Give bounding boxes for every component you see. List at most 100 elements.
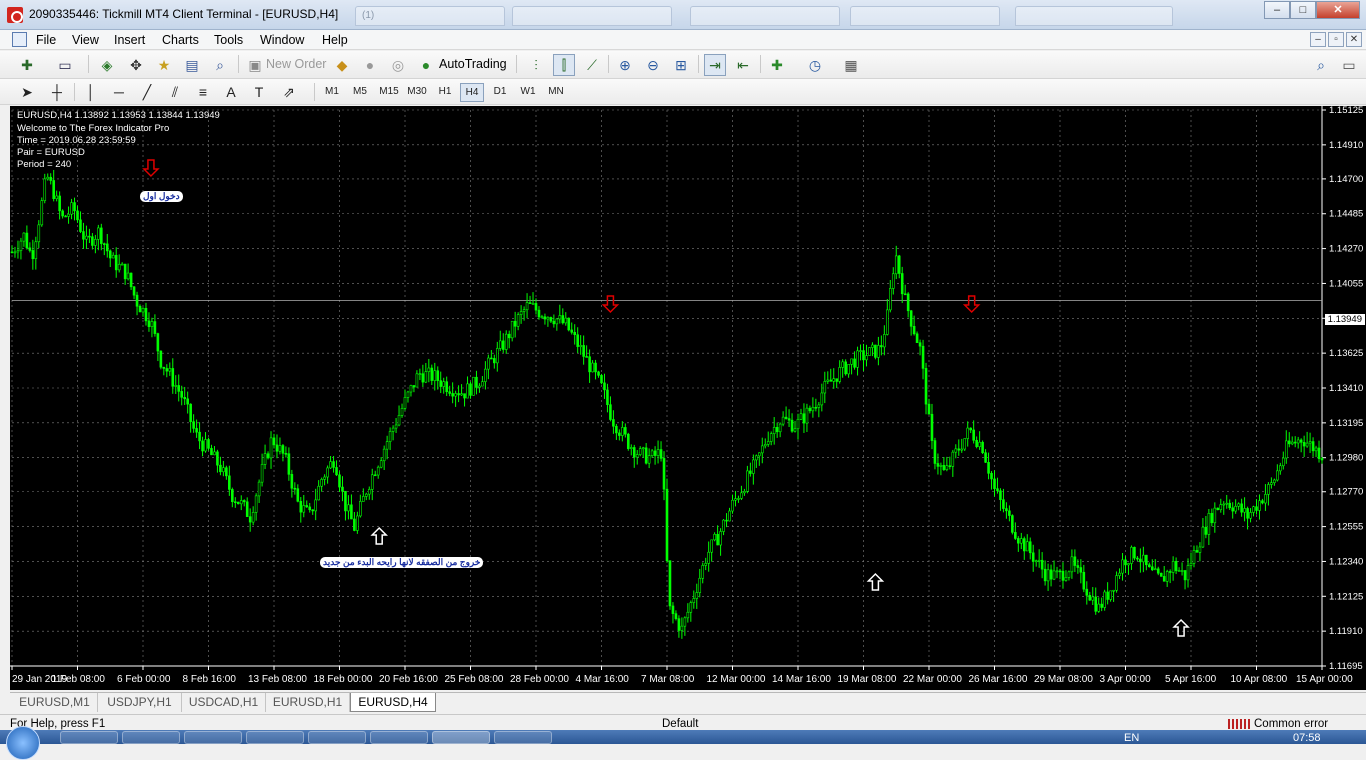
chart-tab[interactable]: EURUSD,M1 (12, 693, 98, 712)
tile-windows-icon[interactable]: ⊞ (670, 54, 692, 76)
search-icon[interactable]: ⌕ (1310, 54, 1332, 76)
taskbar-folder-icon[interactable] (122, 731, 180, 744)
keyboard-language[interactable]: EN (1124, 732, 1139, 744)
timeframe-h4[interactable]: H4 (460, 83, 484, 102)
minimize-button[interactable]: – (1264, 1, 1290, 19)
broadcast-icon[interactable]: ◎ (387, 54, 409, 76)
text-icon[interactable]: A (220, 81, 242, 103)
metaeditor-icon[interactable]: ◆ (331, 54, 353, 76)
candle-body (868, 347, 871, 356)
terminal-icon[interactable]: ▤ (181, 54, 203, 76)
candle-body (668, 560, 672, 607)
timeframe-mn[interactable]: MN (543, 83, 569, 102)
chart-canvas[interactable]: 1.15125 1.14910 1.14700 1.14485 1.14270 1.140… (10, 106, 1366, 690)
menu-insert[interactable]: Insert (114, 33, 145, 47)
bar-chart-icon[interactable]: ⫶ (525, 54, 547, 76)
candle-body (504, 333, 508, 350)
timeframe-m1[interactable]: M1 (320, 83, 344, 102)
candle-body (689, 602, 693, 613)
candle-body (716, 534, 719, 546)
templates-icon[interactable]: ▦ (840, 54, 862, 76)
periods-icon[interactable]: ◷ (804, 54, 826, 76)
candle-body (159, 350, 163, 368)
horizontal-line-icon[interactable]: ─ (108, 81, 130, 103)
signals-icon[interactable]: ● (359, 54, 381, 76)
mdi-close-button[interactable]: ✕ (1346, 32, 1362, 47)
timeframe-d1[interactable]: D1 (488, 83, 512, 102)
market-watch-icon[interactable]: ◈ (96, 54, 118, 76)
timeframe-m30[interactable]: M30 (403, 83, 431, 102)
indicators-icon[interactable]: ✚ (766, 54, 788, 76)
status-connection[interactable]: Common error (1254, 718, 1328, 730)
taskbar-app-icon[interactable] (370, 731, 428, 744)
autotrading-icon[interactable]: ● (415, 54, 437, 76)
candle-body (16, 250, 20, 253)
x-tick-label: 7 Mar 08:00 (641, 674, 695, 685)
taskbar-app-icon[interactable] (308, 731, 366, 744)
zoom-out-icon[interactable]: ⊖ (642, 54, 664, 76)
strategy-tester-icon[interactable]: ⌕ (209, 54, 231, 76)
chart-shift-icon[interactable]: ⇤ (732, 54, 754, 76)
autotrading-button[interactable]: AutoTrading (439, 57, 507, 71)
taskbar-app-icon[interactable] (184, 731, 242, 744)
autoscroll-icon[interactable]: ⇥ (704, 54, 726, 76)
close-button[interactable]: ✕ (1316, 1, 1360, 19)
new-order-button[interactable]: New Order (266, 57, 326, 71)
mdi-restore-button[interactable]: ▫ (1328, 32, 1344, 47)
new-order-icon[interactable]: ▣ (244, 54, 266, 76)
candle-body (1055, 570, 1059, 573)
taskbar-ie-icon[interactable] (60, 731, 118, 744)
chart-tab[interactable]: EURUSD,H1 (266, 693, 350, 712)
candle-body (942, 465, 946, 470)
mdi-minimize-button[interactable]: – (1310, 32, 1326, 47)
candle-body (239, 500, 243, 505)
candle-body (618, 432, 621, 436)
chart-window-icon[interactable] (12, 32, 27, 47)
menu-window[interactable]: Window (260, 33, 304, 47)
clock[interactable]: 07:58 (1293, 732, 1321, 744)
line-chart-icon[interactable]: ⟋ (581, 54, 603, 76)
fibonacci-icon[interactable]: ≡ (192, 81, 214, 103)
candle-body (180, 391, 184, 398)
equidistant-channel-icon[interactable]: ⫽ (164, 81, 186, 103)
crosshair-icon[interactable]: ┼ (46, 81, 68, 103)
timeframe-m5[interactable]: M5 (348, 83, 372, 102)
timeframe-m15[interactable]: M15 (375, 83, 403, 102)
trendline-icon[interactable]: ╱ (136, 81, 158, 103)
chart-tab[interactable]: USDCAD,H1 (182, 693, 266, 712)
chat-icon[interactable]: ▭ (1338, 54, 1360, 76)
candle-body (1258, 500, 1261, 511)
data-window-icon[interactable]: ✥ (125, 54, 147, 76)
arrows-icon[interactable]: ⇗ (278, 81, 300, 103)
taskbar-mt4-icon[interactable] (432, 731, 490, 744)
taskbar-chrome-icon[interactable] (246, 731, 304, 744)
chart-tab-active[interactable]: EURUSD,H4 (350, 693, 436, 712)
menu-tools[interactable]: Tools (214, 33, 243, 47)
navigator-icon[interactable]: ★ (153, 54, 175, 76)
start-button-icon[interactable] (6, 726, 40, 760)
new-chart-icon[interactable]: ✚ (16, 54, 38, 76)
text-label-icon[interactable]: T (248, 81, 270, 103)
menu-help[interactable]: Help (322, 33, 348, 47)
cursor-icon[interactable]: ➤ (16, 81, 38, 103)
candle-body (793, 428, 797, 432)
candle-body (219, 464, 222, 473)
menu-file[interactable]: File (36, 33, 56, 47)
candlestick-icon[interactable]: ⫿ (553, 54, 575, 76)
timeframe-w1[interactable]: W1 (516, 83, 540, 102)
zoom-in-icon[interactable]: ⊕ (614, 54, 636, 76)
candle-body (1276, 470, 1279, 481)
status-profile[interactable]: Default (662, 718, 698, 730)
profiles-icon[interactable]: ▭ (54, 54, 76, 76)
taskbar-firefox-icon[interactable] (494, 731, 552, 744)
price-chart[interactable]: 1.15125 1.14910 1.14700 1.14485 1.14270 1.140… (10, 106, 1366, 690)
candle-body (564, 317, 568, 324)
vertical-line-icon[interactable]: │ (80, 81, 102, 103)
timeframe-h1[interactable]: H1 (433, 83, 457, 102)
maximize-button[interactable]: □ (1290, 1, 1316, 19)
chart-tab[interactable]: USDJPY,H1 (98, 693, 182, 712)
menu-charts[interactable]: Charts (162, 33, 199, 47)
candle-body (335, 467, 338, 476)
candle-body (954, 448, 958, 453)
menu-view[interactable]: View (72, 33, 99, 47)
